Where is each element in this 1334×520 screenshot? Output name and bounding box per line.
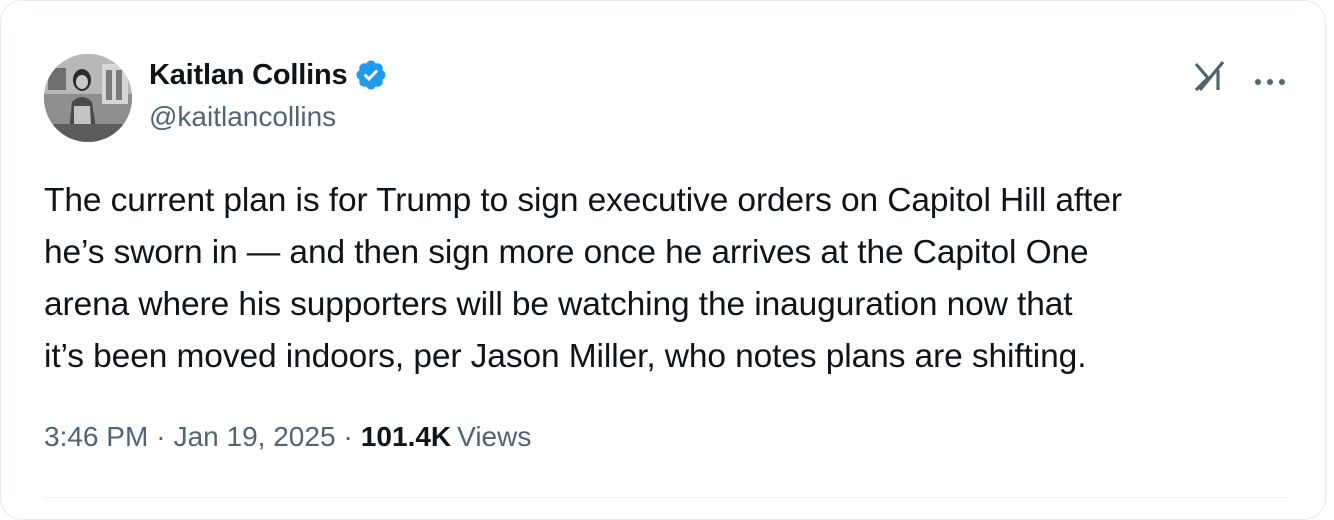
tweet-text-line: he’s sworn in — and then sign more once … [44, 234, 1089, 271]
avatar-photo [44, 54, 132, 142]
views-label: Views [457, 421, 532, 452]
tweet-card: Kaitlan Collins @kaitlancollins The curr… [0, 0, 1326, 520]
author-display-name[interactable]: Kaitlan Collins [149, 59, 348, 92]
meta-separator: · [156, 421, 166, 452]
meta-separator: · [343, 421, 353, 452]
tweet-text-line: arena where his supporters will be watch… [44, 286, 1073, 323]
avatar[interactable] [44, 54, 132, 142]
more-options-icon[interactable] [1254, 73, 1286, 85]
author-name-row: Kaitlan Collins [149, 57, 388, 93]
tweet-text-line: The current plan is for Trump to sign ex… [44, 182, 1122, 219]
tweet-time[interactable]: 3:46 PM [44, 421, 148, 453]
divider [44, 497, 1290, 498]
tweet-text-line: it’s been moved indoors, per Jason Mille… [44, 338, 1087, 375]
tweet-text: The current plan is for Trump to sign ex… [44, 175, 1314, 383]
tweet-date[interactable]: Jan 19, 2025 [174, 421, 336, 453]
verified-badge-icon[interactable] [354, 58, 388, 92]
grok-icon[interactable] [1192, 58, 1228, 94]
tweet-meta: 3:46 PM · Jan 19, 2025 · 101.4K Views [44, 421, 531, 453]
author-handle[interactable]: @kaitlancollins [149, 101, 336, 133]
views-count: 101.4K [360, 421, 452, 452]
